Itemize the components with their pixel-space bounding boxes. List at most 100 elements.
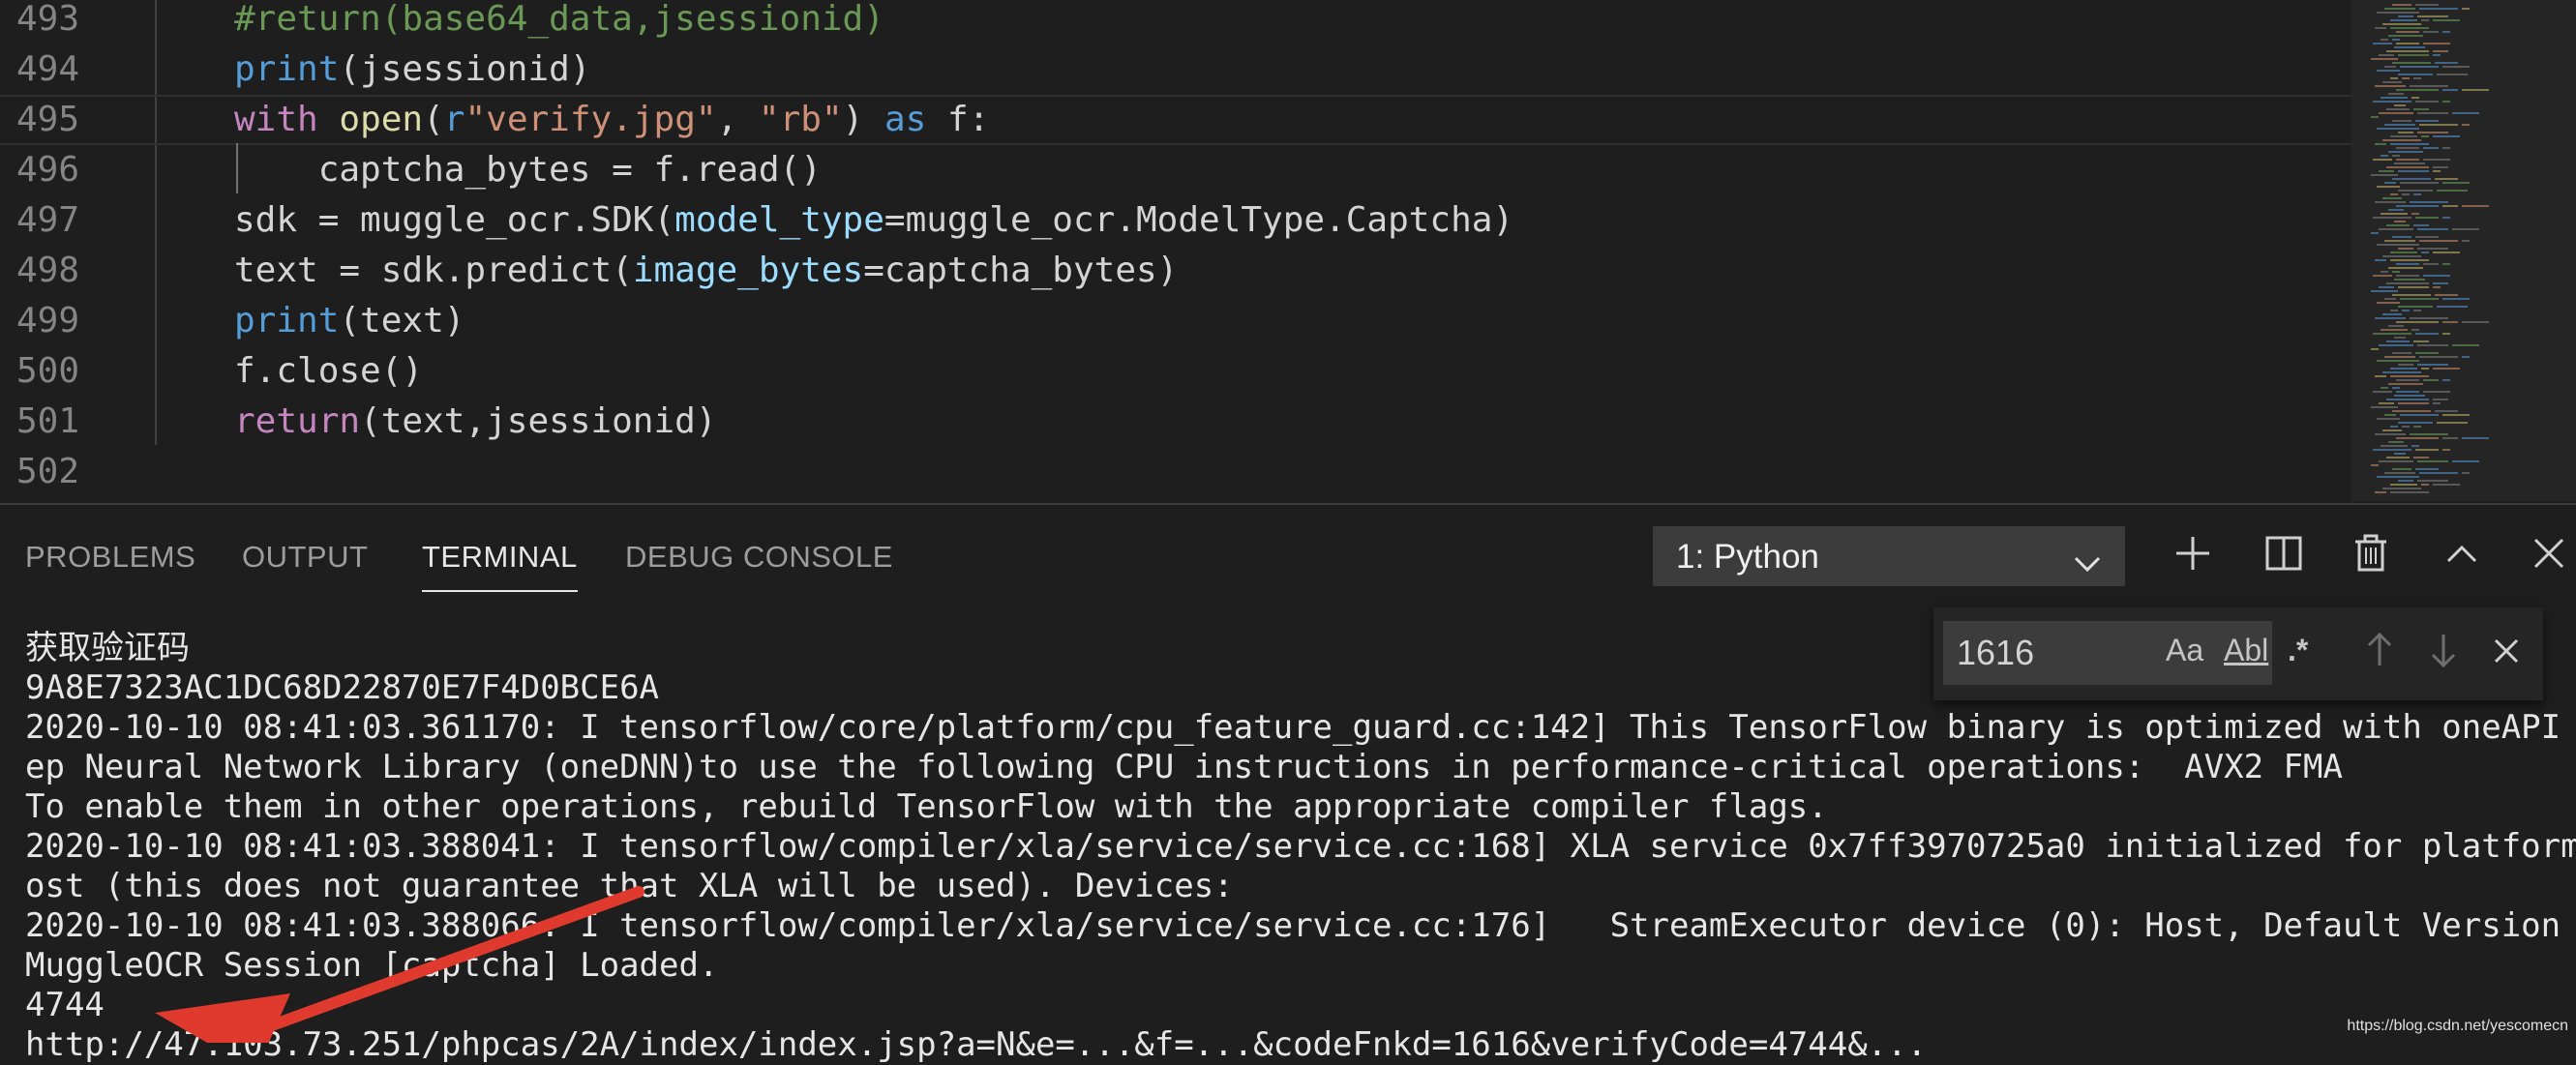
minimap-stroke [2433, 19, 2460, 21]
minimap-stroke [2462, 89, 2489, 91]
minimap-stroke [2394, 104, 2406, 106]
arrow-down-icon [2431, 635, 2456, 668]
minimap-stroke [2375, 375, 2386, 377]
minimap-stroke [2390, 484, 2417, 486]
line-code: f.close() [234, 351, 424, 391]
minimap-stroke [2442, 101, 2450, 103]
minimap-stroke [2423, 159, 2450, 161]
split-terminal-button[interactable] [2259, 530, 2309, 580]
kill-terminal-button[interactable] [2346, 530, 2396, 580]
line-number: 500 [15, 351, 79, 391]
minimap-stroke [2377, 244, 2419, 246]
code-line: 494 print(jsessionid) [0, 44, 2351, 95]
minimap-stroke [2390, 77, 2398, 79]
minimap-stroke [2384, 240, 2415, 242]
minimap-stroke [2442, 147, 2450, 149]
minimap-stroke [2452, 460, 2479, 462]
plus-icon [2173, 534, 2212, 577]
match-case-option[interactable]: Aa [2166, 633, 2203, 668]
close-find-button[interactable] [2493, 636, 2520, 672]
minimap-stroke [2415, 468, 2439, 470]
minimap[interactable] [2351, 0, 2576, 501]
minimap-stroke [2375, 85, 2406, 87]
watermark: https://blog.csdn.net/yescomecn [2347, 1018, 2568, 1034]
minimap-stroke [2394, 337, 2406, 339]
minimap-stroke [2377, 70, 2400, 72]
minimap-stroke [2398, 190, 2433, 192]
minimap-stroke [2415, 101, 2439, 103]
minimap-stroke [2384, 124, 2415, 126]
minimap-stroke [2379, 460, 2413, 462]
code-line: 499 print(text) [0, 296, 2351, 346]
minimap-stroke [2442, 205, 2458, 207]
minimap-stroke [2423, 147, 2439, 149]
minimap-stroke [2410, 85, 2448, 87]
minimap-stroke [2379, 286, 2394, 288]
minimap-stroke [2423, 275, 2450, 277]
minimap-stroke [2392, 294, 2431, 296]
minimap-stroke [2442, 66, 2470, 68]
minimap-stroke [2394, 163, 2425, 164]
minimap-stroke [2390, 251, 2417, 253]
line-number: 494 [15, 49, 79, 89]
minimap-stroke [2384, 66, 2396, 68]
next-match-button[interactable] [2429, 631, 2458, 677]
close-panel-button[interactable] [2524, 530, 2574, 580]
arrow-up-icon [2367, 632, 2392, 666]
minimap-stroke [2411, 445, 2419, 447]
minimap-stroke [2419, 124, 2458, 126]
whole-word-option[interactable]: Abl [2224, 633, 2268, 668]
minimap-stroke [2384, 182, 2396, 184]
minimap-stroke [2413, 457, 2429, 459]
minimap-stroke [2371, 232, 2379, 234]
minimap-stroke [2373, 333, 2411, 335]
minimap-stroke [2384, 356, 2415, 358]
minimap-stroke [2382, 197, 2402, 199]
minimap-stroke [2410, 201, 2448, 203]
minimap-stroke [2396, 43, 2419, 44]
minimap-stroke [2417, 228, 2448, 230]
code-line: 496 captcha_bytes = f.read() [0, 145, 2351, 195]
code-line: 498 text = sdk.predict(image_bytes=captch… [0, 246, 2351, 296]
find-widget: Aa Abl .* [1933, 607, 2543, 700]
minimap-stroke [2390, 259, 2429, 261]
find-input[interactable] [1943, 621, 2272, 685]
minimap-stroke [2442, 263, 2450, 265]
minimap-stroke [2411, 329, 2419, 331]
minimap-stroke [2386, 50, 2429, 52]
minimap-stroke [2379, 112, 2413, 114]
minimap-stroke [2400, 182, 2439, 184]
minimap-stroke [2442, 89, 2458, 91]
minimap-stroke [2400, 414, 2439, 416]
minimap-stroke [2421, 251, 2429, 253]
minimap-stroke [2442, 217, 2450, 219]
terminal-select[interactable]: 1: Python [1653, 526, 2125, 586]
minimap-stroke [2417, 364, 2448, 366]
regex-option[interactable]: .* [2288, 633, 2308, 668]
minimap-stroke [2411, 97, 2419, 99]
minimap-stroke [2402, 193, 2410, 195]
code-editor[interactable]: 493 #return(base64_data,jsessionid) 494 pri… [0, 0, 2576, 501]
line-number: 497 [15, 200, 79, 240]
minimap-stroke [2433, 368, 2460, 370]
minimap-stroke [2462, 472, 2470, 474]
new-terminal-button[interactable] [2168, 530, 2218, 580]
minimap-stroke [2398, 364, 2413, 366]
minimap-stroke [2382, 429, 2402, 431]
minimap-stroke [2421, 19, 2429, 21]
minimap-stroke [2462, 437, 2489, 439]
minimap-stroke [2386, 340, 2410, 342]
minimap-stroke [2398, 54, 2429, 56]
minimap-stroke [2433, 170, 2441, 172]
minimap-stroke [2398, 402, 2429, 404]
maximize-panel-button[interactable] [2437, 530, 2487, 580]
minimap-stroke [2394, 395, 2425, 397]
minimap-stroke [2396, 205, 2439, 207]
minimap-stroke [2390, 135, 2417, 137]
minimap-stroke [2388, 267, 2423, 269]
minimap-stroke [2375, 201, 2406, 203]
minimap-stroke [2442, 379, 2450, 381]
minimap-stroke [2413, 108, 2429, 110]
minimap-stroke [2442, 449, 2450, 451]
previous-match-button[interactable] [2365, 631, 2394, 677]
